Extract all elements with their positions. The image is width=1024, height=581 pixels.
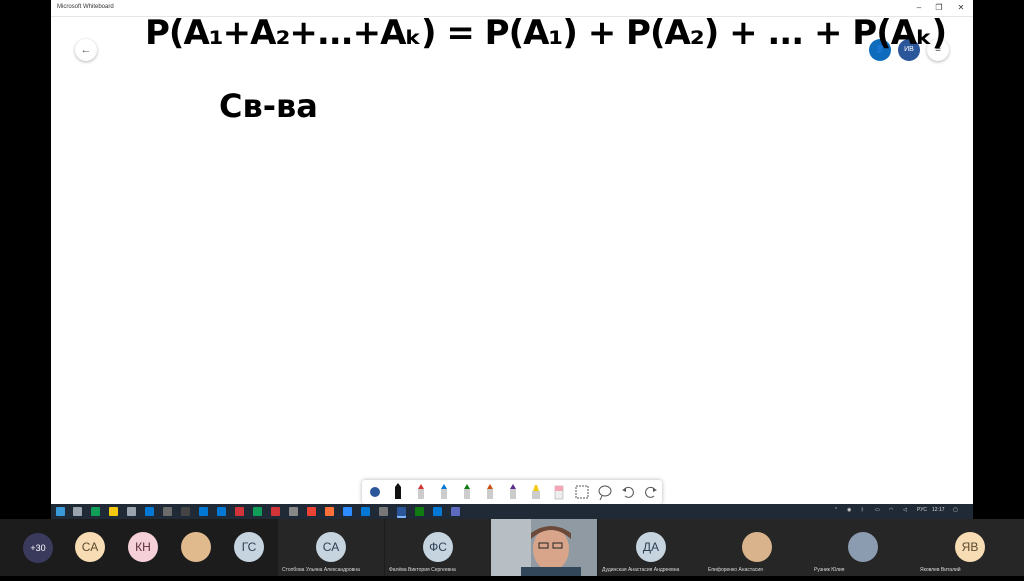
wifi-icon[interactable]: ◠ (889, 507, 893, 513)
bluetooth-icon[interactable]: ᛒ (861, 507, 864, 513)
taskbar-app-icon[interactable] (181, 507, 190, 516)
minimize-icon[interactable]: – (909, 2, 929, 14)
pen-purple-icon[interactable] (504, 483, 522, 501)
ink-formula-line: P(A₁+A₂+...+Aₖ) = P(A₁) + P(A₂) + ... + … (145, 17, 947, 53)
whiteboard-screen: Microsoft Whiteboard – ❐ ✕ ← 👤 ИВ ≡ P(A₁… (51, 0, 973, 519)
participant-avatar: СА (75, 532, 105, 562)
ruler-icon[interactable] (573, 483, 591, 501)
participants-strip: +30 СА КН ГС СА Столбова Ульяна Александровн… (0, 519, 1024, 576)
participant-name: Фалёва Виктория Сергеевна (389, 567, 456, 573)
pen-orange-icon[interactable] (481, 483, 499, 501)
pen-red-icon[interactable] (412, 483, 430, 501)
participant-tile[interactable]: Рузник Юлия (810, 519, 916, 576)
participant-avatar (848, 532, 878, 562)
taskbar-app-icon[interactable] (415, 507, 424, 516)
settings-icon[interactable] (127, 507, 136, 516)
language-indicator[interactable]: РУС (917, 507, 927, 513)
participant-name: Яковлев Виталий (920, 567, 961, 573)
select-tool-icon[interactable] (366, 483, 384, 501)
photos-icon[interactable] (199, 507, 208, 516)
eraser-icon[interactable] (550, 483, 568, 501)
participant-avatar: ГС (234, 532, 264, 562)
ink-properties-heading: Св-ва (219, 87, 318, 125)
highlighter-icon[interactable] (527, 483, 545, 501)
taskbar-app-icon[interactable] (433, 507, 442, 516)
search-icon[interactable] (73, 507, 82, 516)
participant-tile[interactable]: КН (128, 519, 160, 576)
explorer-icon[interactable] (109, 507, 118, 516)
tray-arrow-icon[interactable]: ⌃ (834, 507, 838, 513)
mail-icon[interactable] (145, 507, 154, 516)
firefox-icon[interactable] (325, 507, 334, 516)
calculator-icon[interactable] (163, 507, 172, 516)
participant-avatar (742, 532, 772, 562)
participant-name: Столбова Ульяна Александровна (282, 567, 360, 573)
pen-blue-icon[interactable] (435, 483, 453, 501)
whiteboard-icon[interactable] (397, 507, 406, 516)
back-button[interactable]: ← (75, 39, 97, 61)
lasso-icon[interactable] (596, 483, 614, 501)
speaker-video-tile[interactable] (491, 519, 597, 576)
network-icon[interactable]: ◉ (847, 507, 851, 513)
notifications-icon[interactable]: ▢ (953, 507, 958, 513)
whiteboard-canvas[interactable]: ← 👤 ИВ ≡ P(A₁+A₂+...+Aₖ) = P(A₁) + P(A₂)… (51, 17, 973, 504)
participant-avatar: ЯВ (955, 532, 985, 562)
window-title: Microsoft Whiteboard (57, 4, 114, 10)
office-icon[interactable] (235, 507, 244, 516)
participant-tile[interactable]: СА Столбова Ульяна Александровна (278, 519, 384, 576)
participant-name: Дудинская Анастасия Андреевна (602, 567, 680, 573)
title-bar: Microsoft Whiteboard – ❐ ✕ (51, 0, 973, 17)
taskbar-app-icon[interactable] (451, 507, 460, 516)
arrow-left-icon: ← (80, 44, 92, 56)
restore-icon[interactable]: ❐ (929, 2, 949, 14)
participant-tile[interactable] (181, 519, 213, 576)
taskbar-app-icon[interactable] (379, 507, 388, 516)
inking-toolbar (362, 480, 662, 504)
windows-taskbar: ⌃ ◉ ᛒ ▭ ◠ ◁ РУС 12:17 ▢ (51, 504, 973, 519)
participant-avatar: ФС (423, 532, 453, 562)
participant-avatar: ДА (636, 532, 666, 562)
close-icon[interactable]: ✕ (951, 2, 971, 14)
participant-tile[interactable]: СА (75, 519, 107, 576)
taskbar-app-icon[interactable] (289, 507, 298, 516)
participant-name: Рузник Юлия (814, 567, 845, 573)
taskbar-app-icon[interactable] (271, 507, 280, 516)
participant-tile[interactable]: ФС Фалёва Виктория Сергеевна (385, 519, 491, 576)
onedrive-icon[interactable] (361, 507, 370, 516)
participant-tile[interactable]: ДА Дудинская Анастасия Андреевна (598, 519, 704, 576)
volume-icon[interactable]: ◁ (903, 507, 907, 513)
zoom-icon[interactable] (343, 507, 352, 516)
participant-avatar: СА (316, 532, 346, 562)
participant-avatar (181, 532, 211, 562)
undo-icon[interactable] (619, 483, 637, 501)
pen-black-icon[interactable] (389, 483, 407, 501)
battery-icon[interactable]: ▭ (875, 507, 880, 513)
taskbar-app-icon[interactable] (217, 507, 226, 516)
participant-name: Епифоренко Анастасия (708, 567, 763, 573)
taskbar-app-icon[interactable] (253, 507, 262, 516)
speaker-video (491, 519, 597, 576)
chrome-icon[interactable] (307, 507, 316, 516)
participant-tile[interactable]: ЯВ Яковлев Виталий (916, 519, 1024, 576)
pen-green-icon[interactable] (458, 483, 476, 501)
clock[interactable]: 12:17 (932, 507, 945, 513)
participant-tile[interactable]: Епифоренко Анастасия (704, 519, 810, 576)
taskbar-app-icon[interactable] (91, 507, 100, 516)
participant-avatar: КН (128, 532, 158, 562)
redo-icon[interactable] (642, 483, 660, 501)
windows-start-icon[interactable] (56, 507, 65, 516)
participant-tile[interactable]: ГС (234, 519, 266, 576)
more-participants-button[interactable]: +30 (23, 533, 53, 563)
